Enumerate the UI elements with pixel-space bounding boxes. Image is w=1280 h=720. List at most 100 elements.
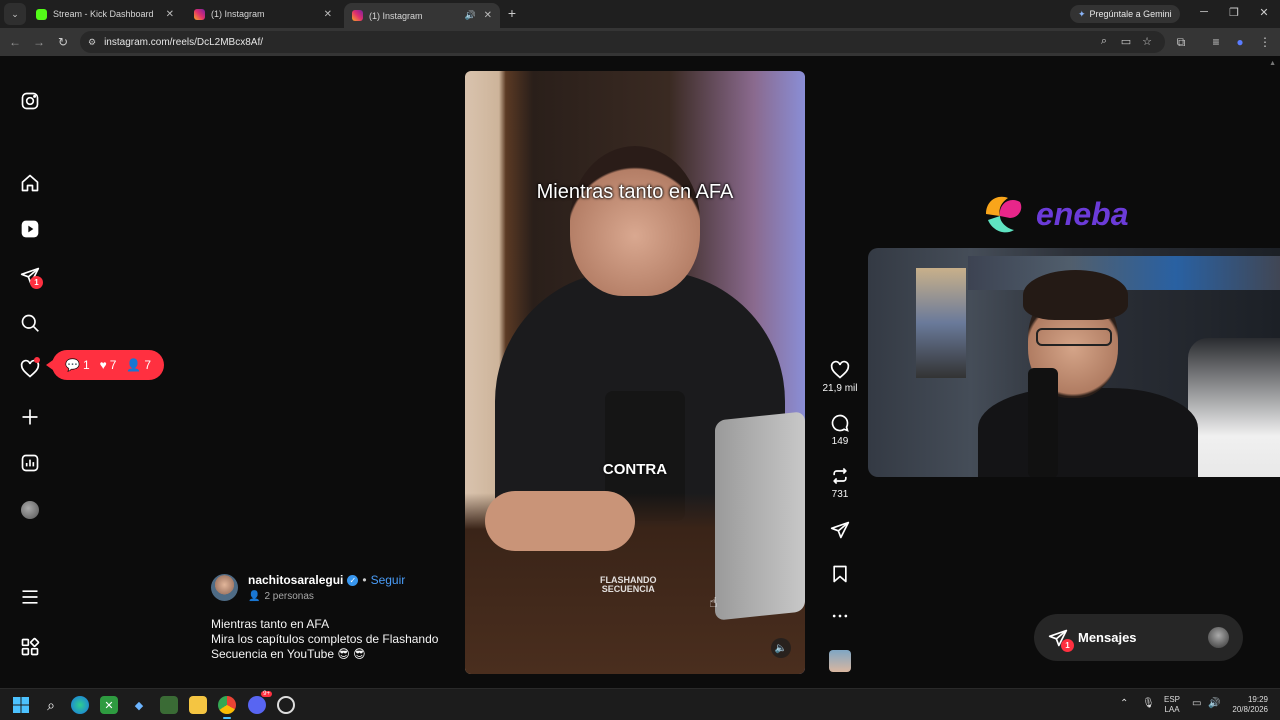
edge-browser-icon[interactable] [71, 696, 89, 714]
close-tab-icon[interactable]: ✕ [166, 9, 174, 20]
network-icon[interactable]: ▭ [1192, 698, 1201, 709]
gemini-label: Pregúntale a Gemini [1089, 9, 1172, 19]
back-button[interactable]: ← [7, 35, 23, 49]
site-info-icon[interactable]: ⚙ [88, 37, 96, 48]
follow-count: 7 [144, 358, 152, 372]
messages-contact-avatar[interactable] [1208, 627, 1229, 648]
language-indicator[interactable]: ESP LAA [1164, 695, 1180, 715]
restore-button[interactable]: ❐ [1224, 6, 1244, 19]
comment-button[interactable]: 149 [820, 413, 860, 447]
taskbar-search-icon[interactable]: ⌕ [42, 696, 60, 714]
tab-kick-dashboard[interactable]: Stream - Kick Dashboard ✕ [28, 3, 182, 25]
repost-icon [833, 467, 847, 485]
tray-overflow-icon[interactable]: ⌃ [1120, 698, 1128, 709]
more-menu-icon[interactable] [19, 586, 41, 608]
bookmark-star-icon[interactable]: ☆ [1139, 35, 1155, 48]
close-tab-icon[interactable]: ✕ [324, 9, 332, 20]
like-count: 21,9 mil [822, 383, 858, 394]
speaker-icon: 🔈 [774, 642, 788, 654]
forward-button[interactable]: → [31, 35, 47, 49]
scroll-up-icon[interactable]: ▲ [1269, 60, 1276, 67]
dashboard-chart-icon[interactable] [19, 452, 41, 474]
comment-count: 1 [82, 358, 90, 372]
more-dots-icon [832, 614, 848, 618]
repost-count: 731 [831, 489, 849, 500]
save-button[interactable] [820, 564, 860, 584]
browser-tab-bar: ⌄ Stream - Kick Dashboard ✕ (1) Instagra… [0, 0, 1280, 28]
share-button[interactable] [820, 520, 860, 540]
also-from-meta-icon[interactable] [19, 636, 41, 658]
like-button[interactable]: 21,9 mil [820, 360, 860, 394]
home-icon[interactable] [19, 172, 41, 194]
tab-instagram-active[interactable]: (1) Instagram 🔊 ✕ [344, 3, 500, 28]
follow-notification: 👤 7 [126, 358, 151, 372]
reels-icon[interactable] [19, 218, 41, 240]
webcam-poster [916, 268, 966, 378]
cast-icon[interactable]: ▭ [1118, 35, 1134, 48]
direct-messages-icon[interactable]: 1 [19, 265, 43, 289]
video-hand [485, 491, 635, 551]
messages-badge: 1 [30, 276, 43, 289]
reading-list-icon[interactable]: ≡ [1208, 35, 1224, 49]
reel-video[interactable]: Mientras tanto en AFA CONTRA FLASHANDO S… [465, 71, 805, 674]
tab-instagram-1[interactable]: (1) Instagram ✕ [186, 3, 340, 25]
like-count: 7 [109, 358, 117, 372]
close-window-button[interactable]: ✕ [1254, 6, 1274, 19]
minimize-button[interactable]: ─ [1194, 6, 1214, 18]
search-icon[interactable] [19, 312, 41, 334]
instagram-favicon-icon [352, 10, 363, 21]
eneba-wordmark: eneba [1036, 195, 1129, 232]
zoom-icon[interactable]: ⌕ [1096, 35, 1112, 48]
reload-button[interactable]: ↻ [55, 35, 71, 49]
xbox-app-icon[interactable]: ✕ [100, 696, 118, 714]
profile-avatar[interactable] [21, 501, 39, 519]
profile-icon[interactable]: ● [1232, 35, 1248, 49]
tab-search-button[interactable]: ⌄ [4, 3, 26, 25]
close-tab-icon[interactable]: ✕ [484, 10, 492, 21]
separator-dot: • [362, 573, 367, 587]
reel-caption[interactable]: Mientras tanto en AFA Mira los capítulos… [211, 617, 451, 662]
watermark-line2: SECUENCIA [601, 584, 655, 594]
obs-studio-icon[interactable] [277, 696, 295, 714]
clock-time: 19:29 [1247, 695, 1268, 704]
follow-button[interactable]: Seguir [371, 573, 406, 587]
messages-float-badge: 1 [1061, 639, 1074, 652]
more-options-button[interactable] [820, 606, 860, 626]
tab-title: (1) Instagram [369, 10, 423, 21]
menu-kebab-icon[interactable]: ⋮ [1257, 35, 1273, 49]
heart-icon: ♥ [99, 358, 107, 372]
caption-line: Mira los capítulos completos de Flashand… [211, 632, 439, 646]
windows-taskbar: ⌕ ✕ ◆ 9+ ⌃ 🎙 ESP LAA ▭ 🔊 19:29 20/8/2026 [0, 688, 1280, 720]
notifications-heart-icon[interactable] [19, 357, 41, 380]
create-plus-icon[interactable] [19, 406, 41, 428]
messages-floating-button[interactable]: 1 Mensajes [1034, 614, 1243, 661]
system-clock[interactable]: 19:29 20/8/2026 [1226, 695, 1268, 715]
file-explorer-icon[interactable] [189, 696, 207, 714]
discord-icon[interactable]: 9+ [248, 691, 272, 714]
app-diamond-icon[interactable]: ◆ [130, 696, 148, 714]
volume-icon[interactable]: 🔊 [1208, 698, 1220, 709]
minecraft-icon[interactable] [160, 696, 178, 714]
person-icon: 👤 [248, 591, 261, 602]
collaborators-link[interactable]: 👤 2 personas [248, 591, 314, 602]
audio-playing-icon[interactable]: 🔊 [465, 10, 476, 21]
chrome-browser-icon[interactable] [218, 696, 236, 719]
webcam-glasses [1036, 328, 1112, 346]
instagram-logo-icon[interactable] [19, 90, 41, 112]
audio-author-thumbnail[interactable] [829, 650, 851, 672]
notifications-pill[interactable]: 💬 1 ♥ 7 👤 7 [46, 350, 164, 380]
extensions-icon[interactable]: ⧉ [1173, 35, 1189, 50]
browser-toolbar: ← → ↻ ⚙ instagram.com/reels/DcL2MBcx8Af/… [0, 28, 1280, 56]
new-tab-button[interactable]: + [504, 5, 520, 21]
address-bar[interactable]: ⚙ instagram.com/reels/DcL2MBcx8Af/ ⌕ ▭ ☆ [80, 31, 1165, 53]
clock-date: 20/8/2026 [1232, 705, 1268, 714]
windows-start-icon[interactable] [12, 696, 30, 714]
gemini-button[interactable]: ✦ Pregúntale a Gemini [1070, 5, 1180, 23]
author-username[interactable]: nachitosaralegui [248, 573, 343, 587]
audio-toggle-button[interactable]: 🔈 [771, 638, 791, 658]
author-avatar[interactable] [211, 574, 238, 601]
repost-button[interactable]: 731 [820, 466, 860, 500]
microphone-icon[interactable]: 🎙 [1142, 698, 1155, 709]
person-icon: 👤 [126, 358, 142, 372]
kick-favicon-icon [36, 8, 47, 20]
